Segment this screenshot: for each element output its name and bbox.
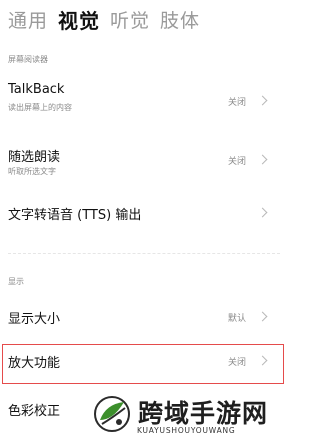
- select-to-speak-row[interactable]: 随选朗读 听取所选文字 关闭: [0, 144, 288, 188]
- watermark-logo-icon: [94, 396, 130, 432]
- section-label-screen-reader: 屏幕阅读器: [8, 55, 48, 64]
- chevron-right-icon: [257, 95, 268, 106]
- chevron-right-icon: [257, 207, 268, 218]
- highlight-box: [2, 344, 284, 384]
- tab-hearing[interactable]: 听觉: [110, 6, 150, 33]
- tab-general[interactable]: 通用: [8, 6, 48, 33]
- select-to-speak-title: 随选朗读: [8, 150, 61, 165]
- talkback-row[interactable]: TalkBack 读出屏幕上的内容 关闭: [0, 80, 288, 124]
- talkback-subtitle: 读出屏幕上的内容: [8, 103, 72, 112]
- chevron-right-icon: [257, 311, 268, 322]
- talkback-title: TalkBack: [8, 82, 65, 97]
- tts-output-title: 文字转语音 (TTS) 输出: [8, 208, 142, 223]
- section-divider: [8, 253, 280, 254]
- category-tabs: 通用 视觉 听觉 肢体: [8, 2, 200, 36]
- watermark-subtitle: KUAYUSHOUYOUWANG: [137, 426, 236, 435]
- watermark-title: 跨域手游网: [138, 399, 269, 428]
- select-to-speak-subtitle: 听取所选文字: [8, 167, 56, 176]
- talkback-value: 关闭: [227, 98, 246, 108]
- display-size-value: 默认: [227, 314, 246, 324]
- tab-vision[interactable]: 视觉: [58, 5, 100, 34]
- color-correction-title: 色彩校正: [8, 404, 61, 419]
- chevron-right-icon: [257, 154, 268, 165]
- tab-physical[interactable]: 肢体: [160, 6, 200, 33]
- display-size-title: 显示大小: [8, 312, 61, 327]
- display-size-row[interactable]: 显示大小 默认: [0, 302, 288, 332]
- section-label-display: 显示: [8, 277, 24, 286]
- select-to-speak-value: 关闭: [227, 157, 246, 167]
- tts-output-row[interactable]: 文字转语音 (TTS) 输出: [0, 198, 288, 228]
